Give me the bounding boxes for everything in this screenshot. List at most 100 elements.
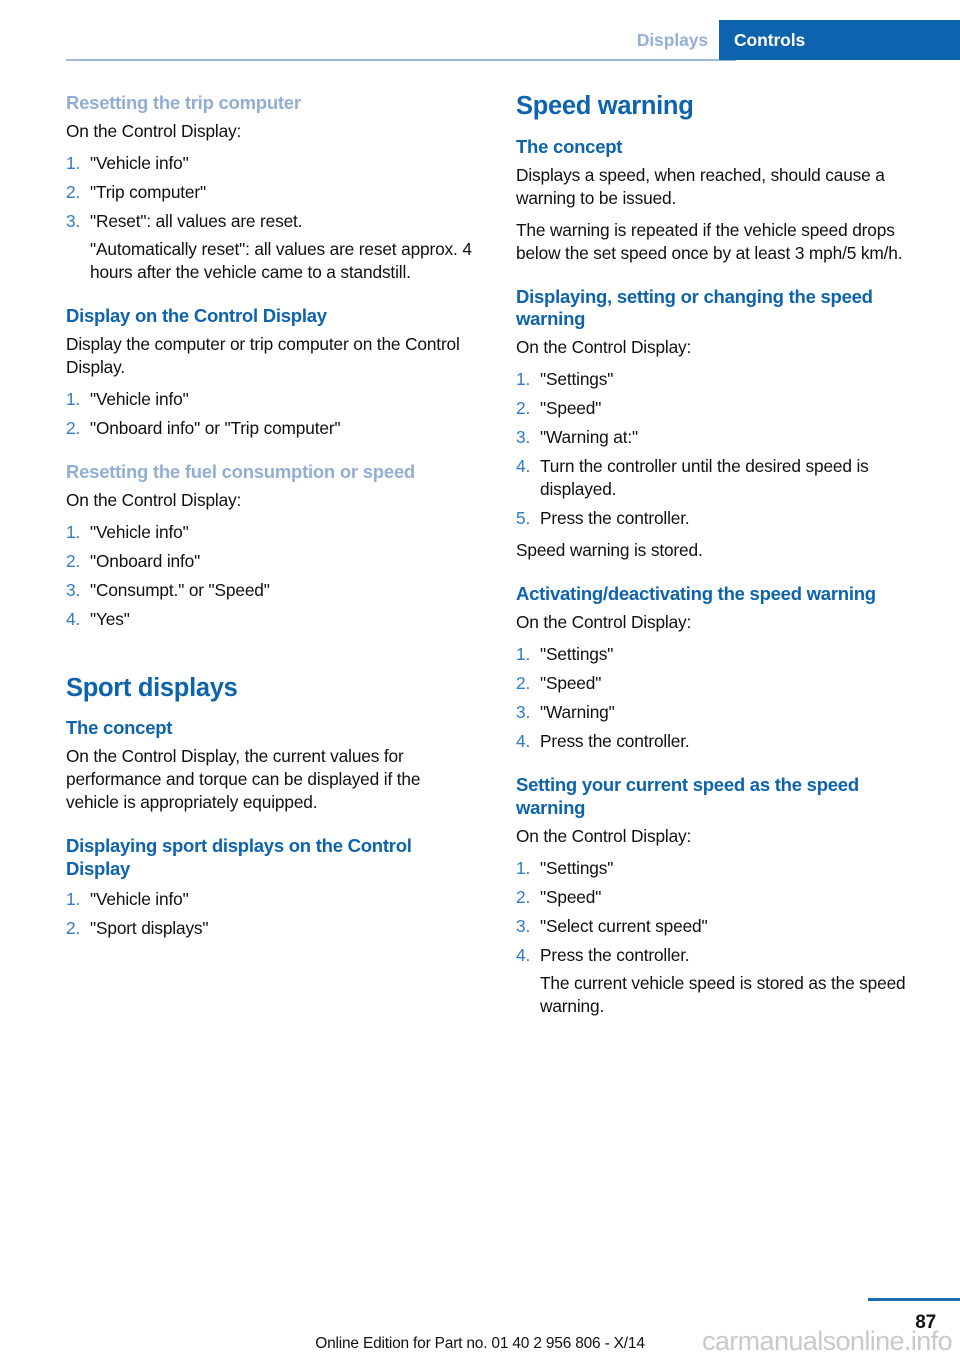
list-item: "Speed": [516, 397, 926, 420]
step-text: "Consumpt." or "Speed": [90, 579, 270, 600]
outro-displaying-setting-changing: Speed warning is stored.: [516, 540, 703, 561]
list-item: "Onboard info" or "Trip computer": [66, 417, 476, 440]
step-continuation: The current vehicle speed is stored as t…: [540, 973, 906, 1017]
left-column: Resetting the trip computer On the Contr…: [66, 92, 476, 949]
footer-edition-note: Online Edition for Part no. 01 40 2 956 …: [315, 1335, 645, 1352]
step-text: "Warning": [540, 702, 615, 723]
tab-controls-label: Controls: [734, 29, 806, 50]
list-item: Press the controller.: [516, 730, 926, 753]
intro-activating-deactivating: On the Control Display:: [516, 612, 692, 633]
step-text: "Speed": [540, 398, 602, 419]
steps-display-on-control-display: "Vehicle info" "Onboard info" or "Trip c…: [66, 388, 476, 440]
list-item: "Speed": [516, 886, 926, 909]
list-item: "Warning at:": [516, 426, 926, 449]
list-item: Press the controller. The current vehicl…: [516, 944, 926, 1018]
tab-controls[interactable]: Controls: [719, 20, 960, 60]
section-resetting-fuel-consumption: Resetting the fuel consumption or speed …: [66, 461, 476, 631]
text-speed-warning-concept-2: The warning is repeated if the vehicle s…: [516, 219, 903, 263]
step-text: "Trip computer": [90, 181, 206, 202]
intro-resetting-trip-computer: On the Control Display:: [66, 120, 242, 141]
list-item: Turn the controller until the desired sp…: [516, 455, 926, 501]
page-number: 87: [915, 1312, 936, 1333]
section-activating-deactivating: Activating/deactivating the speed warnin…: [516, 583, 926, 753]
page-title-sport-displays: Sport displays: [66, 673, 238, 702]
page-header: Displays Controls: [0, 0, 960, 66]
tab-displays[interactable]: Displays: [627, 20, 719, 60]
step-text: Press the controller.: [540, 508, 690, 529]
list-item: "Trip computer": [66, 181, 476, 204]
heading-displaying-sport-displays: Displaying sport displays on the Control…: [66, 835, 412, 880]
list-item: "Consumpt." or "Speed": [66, 579, 476, 602]
footer-divider: [868, 1298, 960, 1301]
steps-activating-deactivating: "Settings" "Speed" "Warning" Press the c…: [516, 643, 926, 753]
section-displaying-setting-changing: Displaying, setting or changing the spee…: [516, 286, 926, 563]
intro-displaying-setting-changing: On the Control Display:: [516, 337, 692, 358]
heading-setting-current-speed: Setting your current speed as the speed …: [516, 774, 859, 819]
step-text: "Vehicle info": [90, 152, 189, 173]
step-text: Press the controller.: [540, 945, 690, 966]
steps-resetting-fuel-consumption: "Vehicle info" "Onboard info" "Consumpt.…: [66, 521, 476, 631]
step-text: "Settings": [540, 369, 614, 390]
list-item: "Sport displays": [66, 917, 476, 940]
step-text: "Onboard info": [90, 550, 201, 571]
section-setting-current-speed: Setting your current speed as the speed …: [516, 774, 926, 1018]
list-item: "Vehicle info": [66, 888, 476, 911]
right-column: Speed warning The concept Displays a spe…: [516, 92, 926, 1027]
text-sport-displays-concept: On the Control Display, the current valu…: [66, 746, 421, 813]
section-resetting-trip-computer: Resetting the trip computer On the Contr…: [66, 92, 476, 284]
step-text: "Onboard info" or "Trip computer": [90, 417, 341, 438]
list-item: "Vehicle info": [66, 521, 476, 544]
steps-displaying-sport-displays: "Vehicle info" "Sport displays": [66, 888, 476, 940]
step-text: "Vehicle info": [90, 889, 189, 910]
text-speed-warning-concept-1: Displays a speed, when reached, should c…: [516, 164, 885, 208]
step-text: "Speed": [540, 673, 602, 694]
list-item: "Settings": [516, 643, 926, 666]
list-item: "Onboard info": [66, 550, 476, 573]
heading-resetting-trip-computer: Resetting the trip computer: [66, 92, 301, 113]
step-text: "Vehicle info": [90, 521, 189, 542]
intro-resetting-fuel-consumption: On the Control Display:: [66, 489, 242, 510]
heading-display-on-control-display: Display on the Control Display: [66, 304, 327, 326]
step-text: "Vehicle info": [90, 388, 189, 409]
page-title-speed-warning: Speed warning: [516, 92, 694, 120]
list-item: "Speed": [516, 672, 926, 695]
intro-display-on-control-display: Display the computer or trip computer on…: [66, 333, 460, 377]
section-speed-warning: Speed warning The concept Displays a spe…: [516, 92, 926, 265]
step-continuation: "Automatically reset": all values are re…: [90, 238, 472, 282]
page-footer: 87 Online Edition for Part no. 01 40 2 9…: [0, 1282, 960, 1362]
list-item: "Settings": [516, 368, 926, 391]
step-text: "Settings": [540, 644, 614, 665]
list-item: Press the controller.: [516, 507, 926, 530]
header-tabs: Displays Controls: [627, 20, 960, 60]
steps-displaying-setting-changing: "Settings" "Speed" "Warning at:" Turn th…: [516, 368, 926, 530]
step-text: "Yes": [90, 608, 130, 629]
step-text: "Speed": [540, 887, 602, 908]
list-item: "Vehicle info": [66, 388, 476, 411]
section-sport-displays: Sport displays The concept On the Contro…: [66, 674, 476, 815]
section-displaying-sport-displays: Displaying sport displays on the Control…: [66, 835, 476, 940]
list-item: "Warning": [516, 701, 926, 724]
tab-displays-label: Displays: [636, 29, 708, 50]
list-item: "Yes": [66, 608, 476, 631]
step-text: Press the controller.: [540, 731, 690, 752]
step-text: "Settings": [540, 858, 614, 879]
list-item: "Reset": all values are reset. "Automati…: [66, 210, 476, 284]
step-text: "Reset": all values are reset.: [90, 210, 303, 231]
intro-setting-current-speed: On the Control Display:: [516, 826, 692, 847]
list-item: "Select current speed": [516, 915, 926, 938]
heading-resetting-fuel-consumption: Resetting the fuel consumption or speed: [66, 460, 415, 482]
list-item: "Vehicle info": [66, 152, 476, 175]
steps-setting-current-speed: "Settings" "Speed" "Select current speed…: [516, 857, 926, 1018]
heading-activating-deactivating: Activating/deactivating the speed warnin…: [516, 583, 876, 605]
step-text: "Select current speed": [540, 916, 708, 937]
heading-displaying-setting-changing: Displaying, setting or changing the spee…: [516, 285, 873, 330]
step-text: "Warning at:": [540, 427, 639, 448]
list-item: "Settings": [516, 857, 926, 880]
